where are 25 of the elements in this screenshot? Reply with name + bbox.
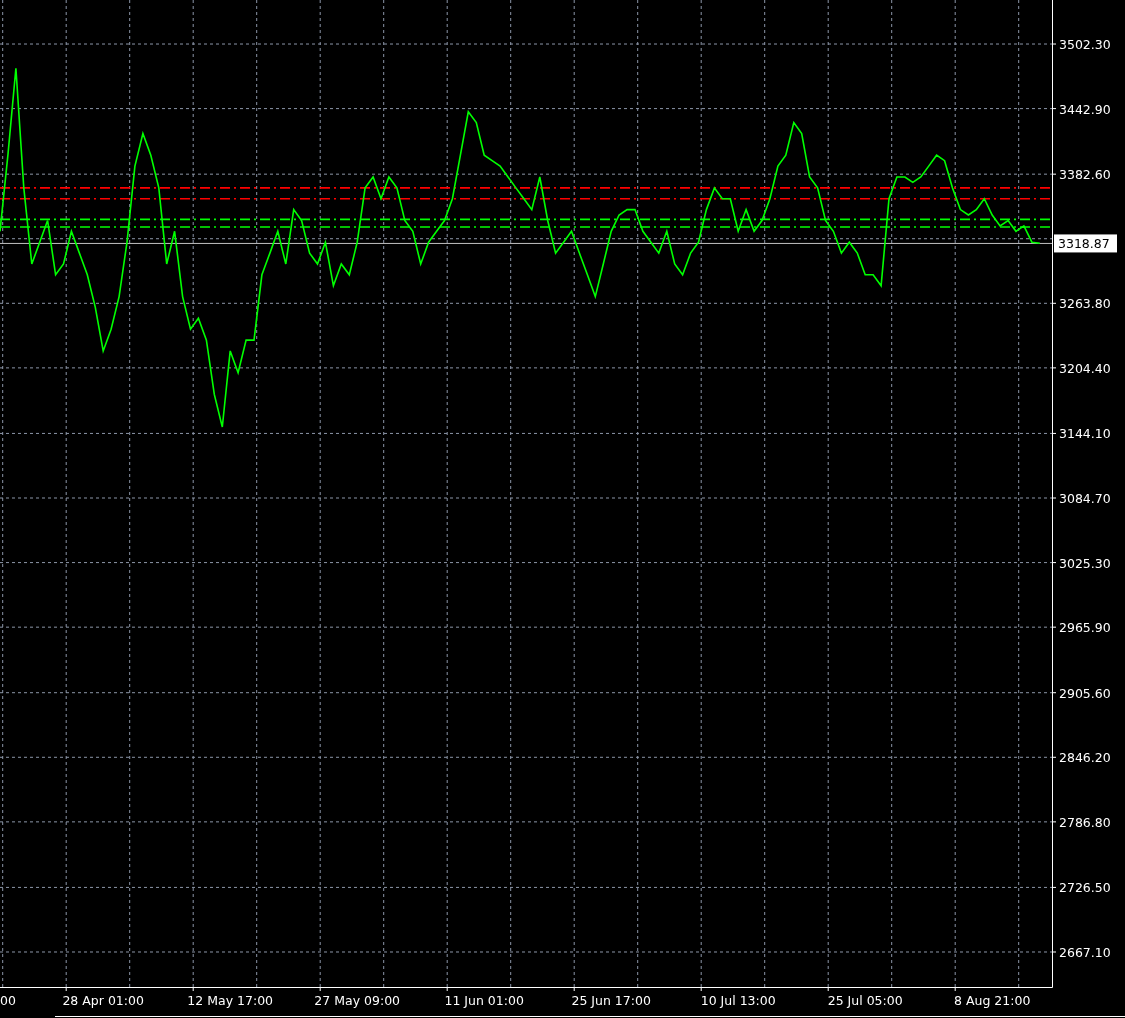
current-price-label: 3318.87	[1054, 234, 1117, 253]
price-axis-label: 2726.50	[1059, 880, 1111, 896]
price-axis-label: 3084.70	[1059, 491, 1111, 506]
price-axis-label: 3382.60	[1059, 167, 1111, 183]
time-axis-label: 27 May 09:00	[314, 993, 401, 1008]
time-axis-label: 28 Apr 01:00	[62, 993, 144, 1008]
ref-line-label: 3318.87	[1058, 236, 1110, 252]
price-axis-label: 3025.30	[1059, 555, 1111, 571]
price-axis-label: 3263.80	[1059, 296, 1111, 312]
price-axis-label: 2846.20	[1059, 750, 1111, 766]
price-axis-label: 3144.10	[1059, 426, 1111, 442]
price-axis-label: 2905.60	[1059, 685, 1111, 701]
time-axis-label: 12 May 17:00	[187, 993, 274, 1008]
price-axis-label: 2965.90	[1059, 620, 1111, 636]
time-axis-label: 8 Aug 21:00	[954, 993, 1031, 1008]
time-axis-label: 11 Jun 01:00	[444, 993, 524, 1008]
price-axis-label: 2786.80	[1059, 814, 1111, 830]
time-axis-label: 00	[0, 993, 16, 1008]
time-axis-label: 10 Jul 13:00	[700, 993, 776, 1008]
time-axis-label: 25 Jul 05:00	[827, 993, 903, 1008]
price-axis-label: 3502.30	[1059, 37, 1111, 53]
price-axis-label: 2667.10	[1059, 945, 1111, 960]
price-axis-label: 3204.40	[1059, 360, 1111, 376]
price-axis-label: 3442.90	[1059, 101, 1111, 117]
time-axis-label: 25 Jun 17:00	[571, 993, 651, 1008]
